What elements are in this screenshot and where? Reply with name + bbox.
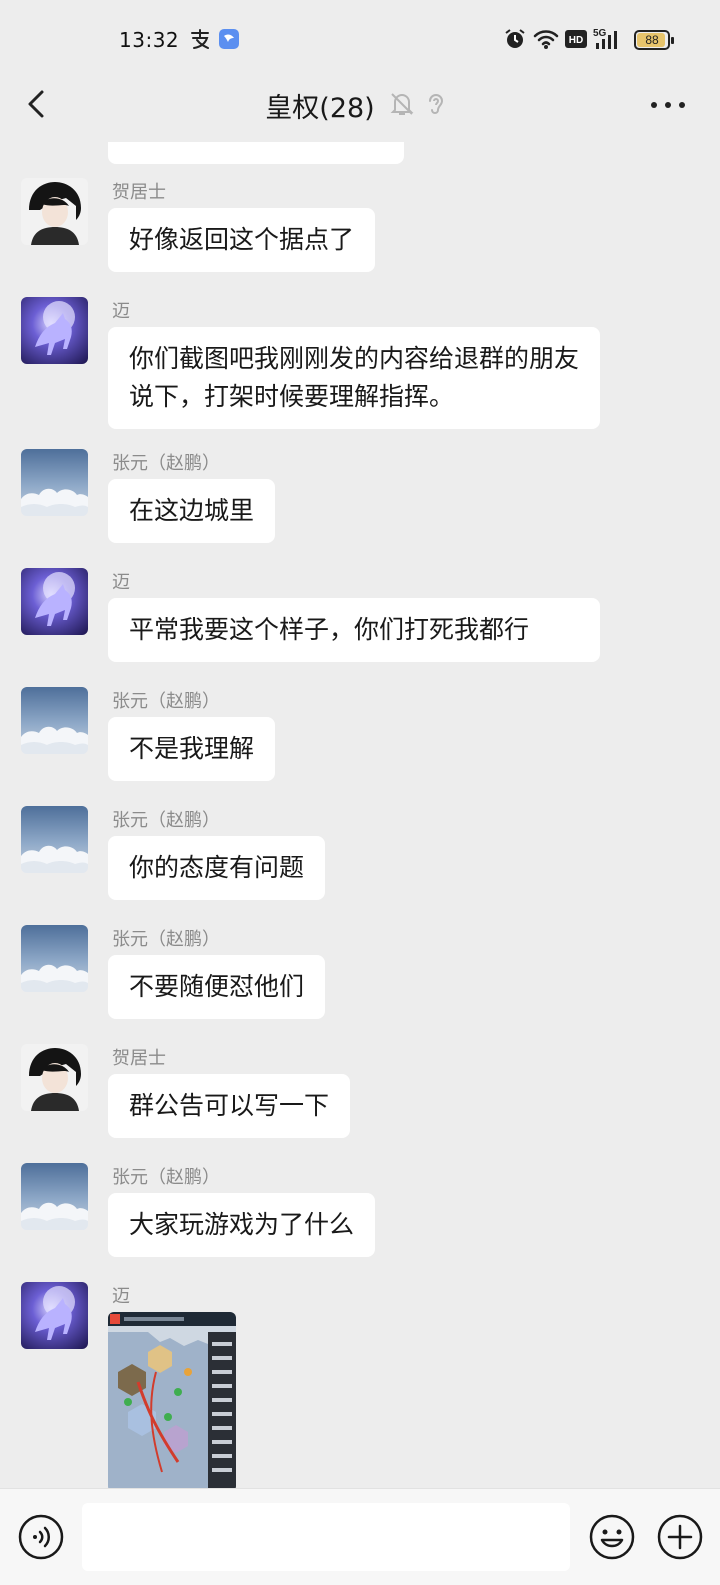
alarm-icon bbox=[503, 26, 527, 52]
message-bubble[interactable]: 群公告可以写一下 bbox=[108, 1074, 351, 1138]
avatar[interactable] bbox=[21, 1044, 88, 1111]
plus-icon bbox=[657, 1514, 703, 1560]
sender-name: 迈 bbox=[112, 1286, 130, 1307]
avatar[interactable] bbox=[21, 1282, 88, 1349]
sender-name: 张元（赵鹏） bbox=[112, 929, 220, 950]
chat-title: 皇权(28) bbox=[265, 93, 375, 124]
sender-name: 迈 bbox=[112, 301, 130, 322]
emoji-button[interactable] bbox=[588, 1513, 636, 1561]
more-button[interactable] bbox=[648, 90, 688, 120]
avatar[interactable] bbox=[21, 687, 88, 754]
chat-title-wrap: 皇权(28) bbox=[0, 86, 720, 125]
message-bubble[interactable]: 你的态度有问题 bbox=[108, 836, 326, 900]
alipay-icon bbox=[188, 26, 212, 52]
message-bubble[interactable]: 在这边城里 bbox=[108, 479, 276, 543]
message-bubble[interactable]: 平常我要这个样子，你们打死我都行 bbox=[108, 598, 600, 662]
image-message[interactable] bbox=[108, 1312, 236, 1488]
more-icon bbox=[651, 102, 685, 108]
avatar[interactable] bbox=[21, 925, 88, 992]
avatar[interactable] bbox=[21, 568, 88, 635]
sender-name: 张元（赵鹏） bbox=[112, 1167, 220, 1188]
emoji-icon bbox=[589, 1514, 635, 1560]
message-input[interactable] bbox=[82, 1503, 570, 1571]
sender-name: 张元（赵鹏） bbox=[112, 453, 220, 474]
avatar[interactable] bbox=[21, 297, 88, 364]
input-bar bbox=[0, 1488, 720, 1585]
voice-button[interactable] bbox=[17, 1513, 65, 1561]
muted-bell-icon bbox=[388, 90, 416, 118]
battery-level: 88 bbox=[645, 33, 659, 47]
sender-name: 迈 bbox=[112, 572, 130, 593]
avatar[interactable] bbox=[21, 178, 88, 245]
hd-icon: HD bbox=[564, 26, 588, 52]
message-bubble[interactable]: 不是我理解 bbox=[108, 717, 276, 781]
message-bubble[interactable]: 好像返回这个据点了 bbox=[108, 208, 376, 272]
svg-text:5G: 5G bbox=[593, 28, 607, 39]
message-bubble[interactable]: 你们截图吧我刚刚发的内容给退群的朋友说下，打架时候要理解指挥。 bbox=[108, 327, 600, 429]
avatar[interactable] bbox=[21, 449, 88, 516]
battery-icon: 88 bbox=[634, 30, 674, 50]
sender-name: 贺居士 bbox=[112, 1048, 166, 1069]
wifi-icon bbox=[533, 26, 559, 52]
ear-icon bbox=[422, 90, 450, 118]
sender-name: 贺居士 bbox=[112, 182, 166, 203]
chat-header: 皇权(28) bbox=[0, 70, 720, 142]
app-badge-icon bbox=[218, 26, 240, 52]
message-list[interactable]: 贺居士 好像返回这个据点了 迈 你们截图吧我刚刚发的内容给退群的朋友说下，打架时… bbox=[0, 142, 720, 1488]
avatar[interactable] bbox=[21, 1163, 88, 1230]
message-bubble[interactable]: 大家玩游戏为了什么 bbox=[108, 1193, 376, 1257]
status-bar: 13:32 HD 5G 88 bbox=[0, 0, 720, 80]
avatar[interactable] bbox=[21, 806, 88, 873]
message-bubble[interactable]: 不要随便怼他们 bbox=[108, 955, 326, 1019]
partial-message-bubble bbox=[108, 142, 404, 164]
plus-button[interactable] bbox=[656, 1513, 704, 1561]
svg-text:HD: HD bbox=[569, 35, 583, 46]
voice-icon bbox=[18, 1514, 64, 1560]
game-map-screenshot bbox=[108, 1312, 236, 1488]
sender-name: 张元（赵鹏） bbox=[112, 691, 220, 712]
sender-name: 张元（赵鹏） bbox=[112, 810, 220, 831]
5g-signal-icon: 5G bbox=[592, 26, 624, 52]
status-time: 13:32 bbox=[119, 28, 180, 52]
